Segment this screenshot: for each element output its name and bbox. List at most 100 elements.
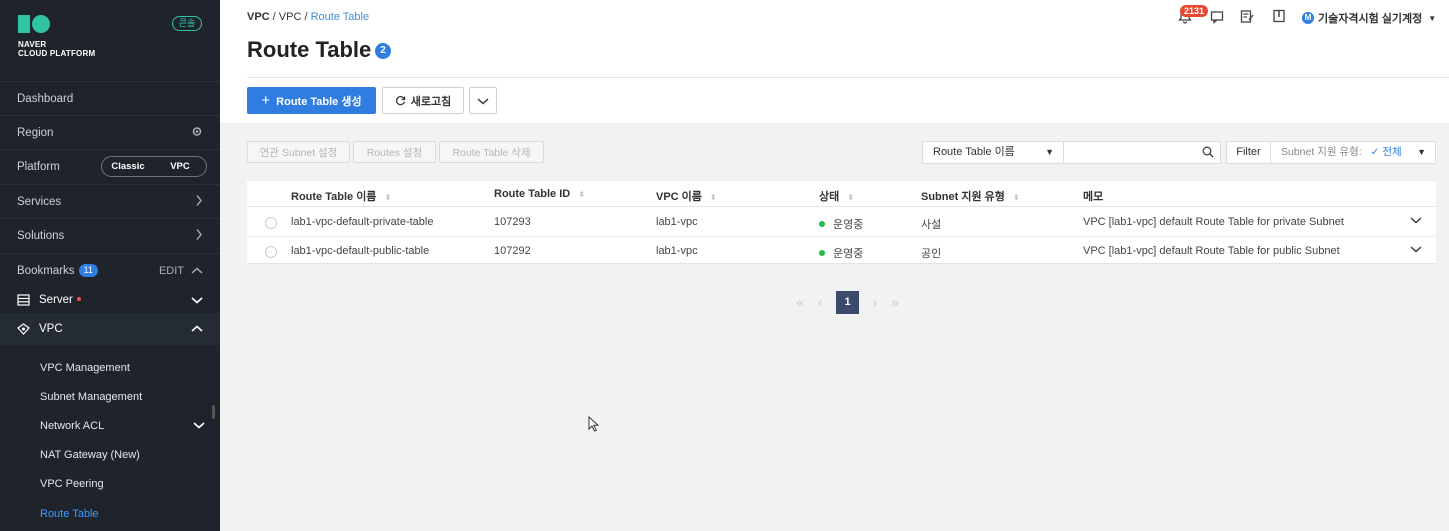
caret-down-icon: ▼ <box>1428 13 1437 23</box>
chevron-right-icon <box>195 228 203 243</box>
edit-note-icon[interactable] <box>1240 8 1254 26</box>
chevron-down-icon <box>477 97 489 105</box>
first-page-icon[interactable]: « <box>790 295 810 310</box>
sidebar-item-label: Server <box>39 294 73 306</box>
refresh-icon <box>395 95 406 106</box>
column-header-id[interactable]: Route Table ID ⬍ <box>494 188 585 200</box>
route-table-list: Route Table 이름 ⬍ Route Table ID ⬍ VPC 이름 ⬍ … <box>247 181 1436 264</box>
search-input[interactable] <box>1064 142 1194 163</box>
column-header-name[interactable]: Route Table 이름 ⬍ <box>291 188 391 204</box>
associated-subnet-setting-button[interactable]: 연관 Subnet 설정 <box>247 141 350 163</box>
platform-vpc-option[interactable]: VPC <box>154 157 206 176</box>
sidebar-sub-route-table[interactable]: Route Table <box>40 508 99 520</box>
sidebar-item-label: Region <box>17 126 54 139</box>
sidebar-bookmarks[interactable]: Bookmarks 11 EDIT <box>0 253 220 287</box>
platform-classic-option[interactable]: Classic <box>102 157 154 176</box>
check-icon: ✓ <box>1370 146 1380 158</box>
sidebar-item-label: Solutions <box>17 229 65 242</box>
sidebar-item-label: Dashboard <box>17 92 74 105</box>
cell-id: 107293 <box>494 216 531 228</box>
naver-cloud-logo[interactable]: NAVER CLOUD PLATFORM <box>18 15 95 58</box>
sidebar-sub-network-acl[interactable]: Network ACL <box>40 420 205 432</box>
sort-icon: ⬍ <box>384 193 392 202</box>
cell-subnet-type: 공인 <box>921 248 942 260</box>
chevron-up-icon[interactable] <box>191 322 203 336</box>
column-header-vpc[interactable]: VPC 이름 ⬍ <box>656 188 717 204</box>
column-header-status[interactable]: 상태 ⬍ <box>819 188 854 204</box>
cell-id: 107292 <box>494 245 531 257</box>
sort-icon: ⬍ <box>1012 193 1020 202</box>
cell-vpc: lab1-vpc <box>656 245 698 257</box>
status-text: 운영중 <box>833 248 864 260</box>
sidebar-item-dashboard[interactable]: Dashboard <box>0 81 220 115</box>
header-divider <box>247 77 1449 78</box>
column-header-subnet-type[interactable]: Subnet 지원 유형 ⬍ <box>921 188 1020 204</box>
caret-down-icon: ▼ <box>1417 147 1426 157</box>
sort-icon: ⬍ <box>578 190 585 199</box>
search-field-select-value: Route Table 이름 <box>933 146 1015 158</box>
sidebar-item-services[interactable]: Services <box>0 184 220 218</box>
breadcrumb-vpc[interactable]: VPC <box>279 11 302 23</box>
subnet-type-filter[interactable]: Subnet 지원 유형: ✓ 전체 ▼ <box>1271 141 1436 164</box>
row-select-radio[interactable] <box>265 217 277 229</box>
breadcrumb-separator: / <box>301 11 311 23</box>
page-number-current[interactable]: 1 <box>836 291 859 314</box>
vpc-icon <box>17 323 30 335</box>
sidebar-sub-vpc-management[interactable]: VPC Management <box>40 362 130 374</box>
last-page-icon[interactable]: » <box>885 295 905 310</box>
sidebar-sub-nat-gateway[interactable]: NAT Gateway (New) <box>40 449 140 461</box>
sidebar-sub-subnet-management[interactable]: Subnet Management <box>40 391 142 403</box>
sidebar-item-region[interactable]: Region <box>0 115 220 149</box>
sidebar-sub-vpc-peering[interactable]: VPC Peering <box>40 478 104 490</box>
cell-memo: VPC [lab1-vpc] default Route Table for p… <box>1083 216 1344 228</box>
chevron-down-icon[interactable] <box>191 293 203 307</box>
logo-text-line1: NAVER <box>18 40 47 49</box>
cell-memo: VPC [lab1-vpc] default Route Table for p… <box>1083 245 1340 257</box>
row-select-radio[interactable] <box>265 246 277 258</box>
logo-mark-icon <box>18 15 95 33</box>
column-header-label: VPC 이름 <box>656 191 702 203</box>
column-header-memo: 메모 <box>1083 191 1104 203</box>
breadcrumb: VPC / VPC / Route Table <box>247 11 369 23</box>
message-icon[interactable] <box>1210 8 1224 26</box>
create-route-table-button[interactable]: + Route Table 생성 <box>247 87 376 114</box>
routes-setting-button[interactable]: Routes 설정 <box>353 141 436 163</box>
expand-row-chevron-icon[interactable] <box>1410 215 1422 227</box>
table-row[interactable]: lab1-vpc-default-public-table 107292 lab… <box>247 236 1436 264</box>
table-row[interactable]: lab1-vpc-default-private-table 107293 la… <box>247 208 1436 236</box>
more-actions-dropdown[interactable] <box>469 87 497 114</box>
sidebar-scrollbar[interactable] <box>212 405 215 419</box>
sort-icon: ⬍ <box>847 193 854 202</box>
platform-toggle[interactable]: Classic VPC <box>101 156 207 177</box>
search-field-select[interactable]: Route Table 이름 ▼ <box>922 141 1064 164</box>
bookmarks-edit-button[interactable]: EDIT <box>159 265 184 277</box>
book-icon[interactable] <box>1272 8 1286 26</box>
console-badge[interactable]: 콘솔 <box>172 16 202 31</box>
cell-name: lab1-vpc-default-public-table <box>291 245 430 257</box>
sidebar-item-label: Platform <box>17 160 60 173</box>
cell-subnet-type: 사설 <box>921 219 942 231</box>
page-title: Route Table <box>247 37 372 62</box>
column-header-label: Route Table 이름 <box>291 191 377 203</box>
filter-button[interactable]: Filter <box>1226 141 1271 164</box>
subnet-type-filter-label: Subnet 지원 유형: <box>1281 146 1362 158</box>
sidebar: NAVER CLOUD PLATFORM 콘솔 Dashboard Region… <box>0 0 220 531</box>
chevron-up-icon[interactable] <box>191 264 203 278</box>
expand-row-chevron-icon[interactable] <box>1410 244 1422 256</box>
column-header-label: 상태 <box>819 191 840 203</box>
subnet-type-filter-value: 전체 <box>1382 146 1402 158</box>
sidebar-item-server[interactable]: Server <box>0 283 220 317</box>
refresh-button[interactable]: 새로고침 <box>382 87 464 114</box>
sidebar-item-solutions[interactable]: Solutions <box>0 218 220 252</box>
table-header: Route Table 이름 ⬍ Route Table ID ⬍ VPC 이름 ⬍ … <box>247 181 1436 207</box>
create-button-label: Route Table 생성 <box>276 95 362 108</box>
delete-route-table-button[interactable]: Route Table 삭제 <box>439 141 544 163</box>
account-menu[interactable]: M 기술자격시험 실기계정 ▼ <box>1302 10 1436 26</box>
breadcrumb-vpc-root[interactable]: VPC <box>247 11 270 23</box>
prev-page-icon[interactable]: ‹ <box>810 295 830 310</box>
search-icon[interactable] <box>1202 146 1214 158</box>
next-page-icon[interactable]: › <box>865 295 885 310</box>
sidebar-item-vpc[interactable]: VPC <box>0 313 220 345</box>
pagination: « ‹ 1 › » <box>790 291 905 314</box>
chevron-down-icon[interactable] <box>193 420 205 432</box>
